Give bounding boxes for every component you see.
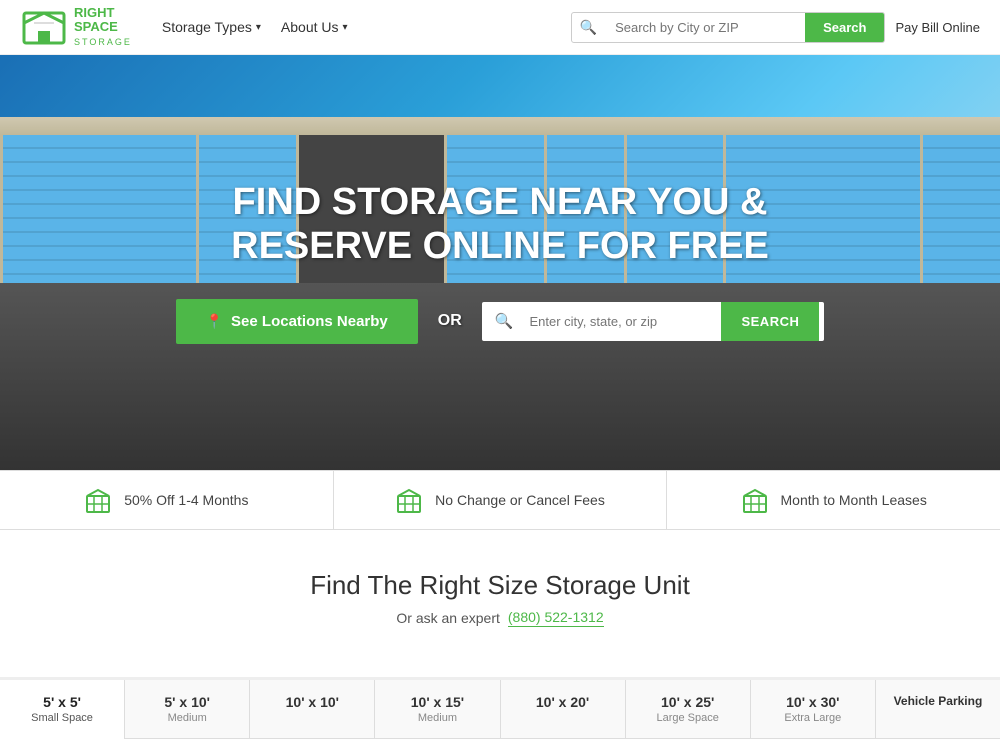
benefit-discount: 50% Off 1-4 Months bbox=[0, 471, 334, 529]
hero-title: FIND STORAGE NEAR YOU & RESERVE ONLINE F… bbox=[220, 181, 780, 268]
storage-section-subtitle: Or ask an expert (880) 522-1312 bbox=[20, 609, 980, 627]
chevron-down-icon: ▾ bbox=[343, 22, 348, 33]
hero-search-input[interactable] bbox=[521, 302, 721, 341]
box-icon bbox=[741, 486, 769, 514]
logo-text: RIGHT SPACE STORAGE bbox=[74, 6, 132, 49]
hero-search-bar: 🔍 SEARCH bbox=[482, 302, 825, 341]
benefit-no-fees-text: No Change or Cancel Fees bbox=[435, 492, 605, 508]
storage-section-title: Find The Right Size Storage Unit bbox=[20, 570, 980, 601]
hero-content: FIND STORAGE NEAR YOU & RESERVE ONLINE F… bbox=[0, 55, 1000, 470]
pay-bill-link[interactable]: Pay Bill Online bbox=[895, 20, 980, 35]
box-icon bbox=[395, 486, 423, 514]
logo-icon bbox=[20, 3, 68, 51]
benefit-leases-text: Month to Month Leases bbox=[781, 492, 927, 508]
size-tab-10x25[interactable]: 10' x 25' Large Space bbox=[626, 680, 751, 739]
location-pin-icon: 📍 bbox=[206, 313, 223, 330]
phone-link[interactable]: (880) 522-1312 bbox=[508, 609, 604, 627]
size-tabs: 5' x 5' Small Space 5' x 10' Medium 10' … bbox=[0, 677, 1000, 739]
hero-actions: 📍 See Locations Nearby OR 🔍 SEARCH bbox=[176, 299, 825, 344]
size-tab-5x10[interactable]: 5' x 10' Medium bbox=[125, 680, 250, 739]
chevron-down-icon: ▾ bbox=[256, 22, 261, 33]
header-search-button[interactable]: Search bbox=[805, 13, 884, 42]
size-tab-5x5[interactable]: 5' x 5' Small Space bbox=[0, 677, 125, 739]
size-tab-10x10[interactable]: 10' x 10' bbox=[250, 680, 375, 739]
hero-search-button[interactable]: SEARCH bbox=[721, 302, 819, 341]
search-icon: 🔍 bbox=[572, 13, 605, 42]
benefit-no-fees: No Change or Cancel Fees bbox=[334, 471, 668, 529]
size-tab-10x20[interactable]: 10' x 20' bbox=[501, 680, 626, 739]
search-icon: 🔍 bbox=[487, 312, 522, 330]
size-tab-10x30[interactable]: 10' x 30' Extra Large bbox=[751, 680, 876, 739]
header-search-input[interactable] bbox=[605, 14, 805, 41]
see-locations-button[interactable]: 📍 See Locations Nearby bbox=[176, 299, 418, 344]
benefit-leases: Month to Month Leases bbox=[667, 471, 1000, 529]
or-divider: OR bbox=[438, 312, 462, 330]
nav-storage-types[interactable]: Storage Types ▾ bbox=[162, 19, 261, 35]
nav-about-us[interactable]: About Us ▾ bbox=[281, 19, 348, 35]
hero-section: FIND STORAGE NEAR YOU & RESERVE ONLINE F… bbox=[0, 55, 1000, 470]
benefits-bar: 50% Off 1-4 Months No Change or Cancel F… bbox=[0, 470, 1000, 530]
size-tab-vehicle[interactable]: Vehicle Parking bbox=[876, 680, 1000, 739]
storage-section: Find The Right Size Storage Unit Or ask … bbox=[0, 530, 1000, 647]
logo[interactable]: RIGHT SPACE STORAGE bbox=[20, 3, 132, 51]
main-nav: Storage Types ▾ About Us ▾ bbox=[162, 19, 571, 35]
size-tab-10x15[interactable]: 10' x 15' Medium bbox=[375, 680, 500, 739]
benefit-discount-text: 50% Off 1-4 Months bbox=[124, 492, 248, 508]
box-icon bbox=[84, 486, 112, 514]
header: RIGHT SPACE STORAGE Storage Types ▾ Abou… bbox=[0, 0, 1000, 55]
header-search-bar: 🔍 Search bbox=[571, 12, 886, 43]
header-right: 🔍 Search Pay Bill Online bbox=[571, 12, 980, 43]
